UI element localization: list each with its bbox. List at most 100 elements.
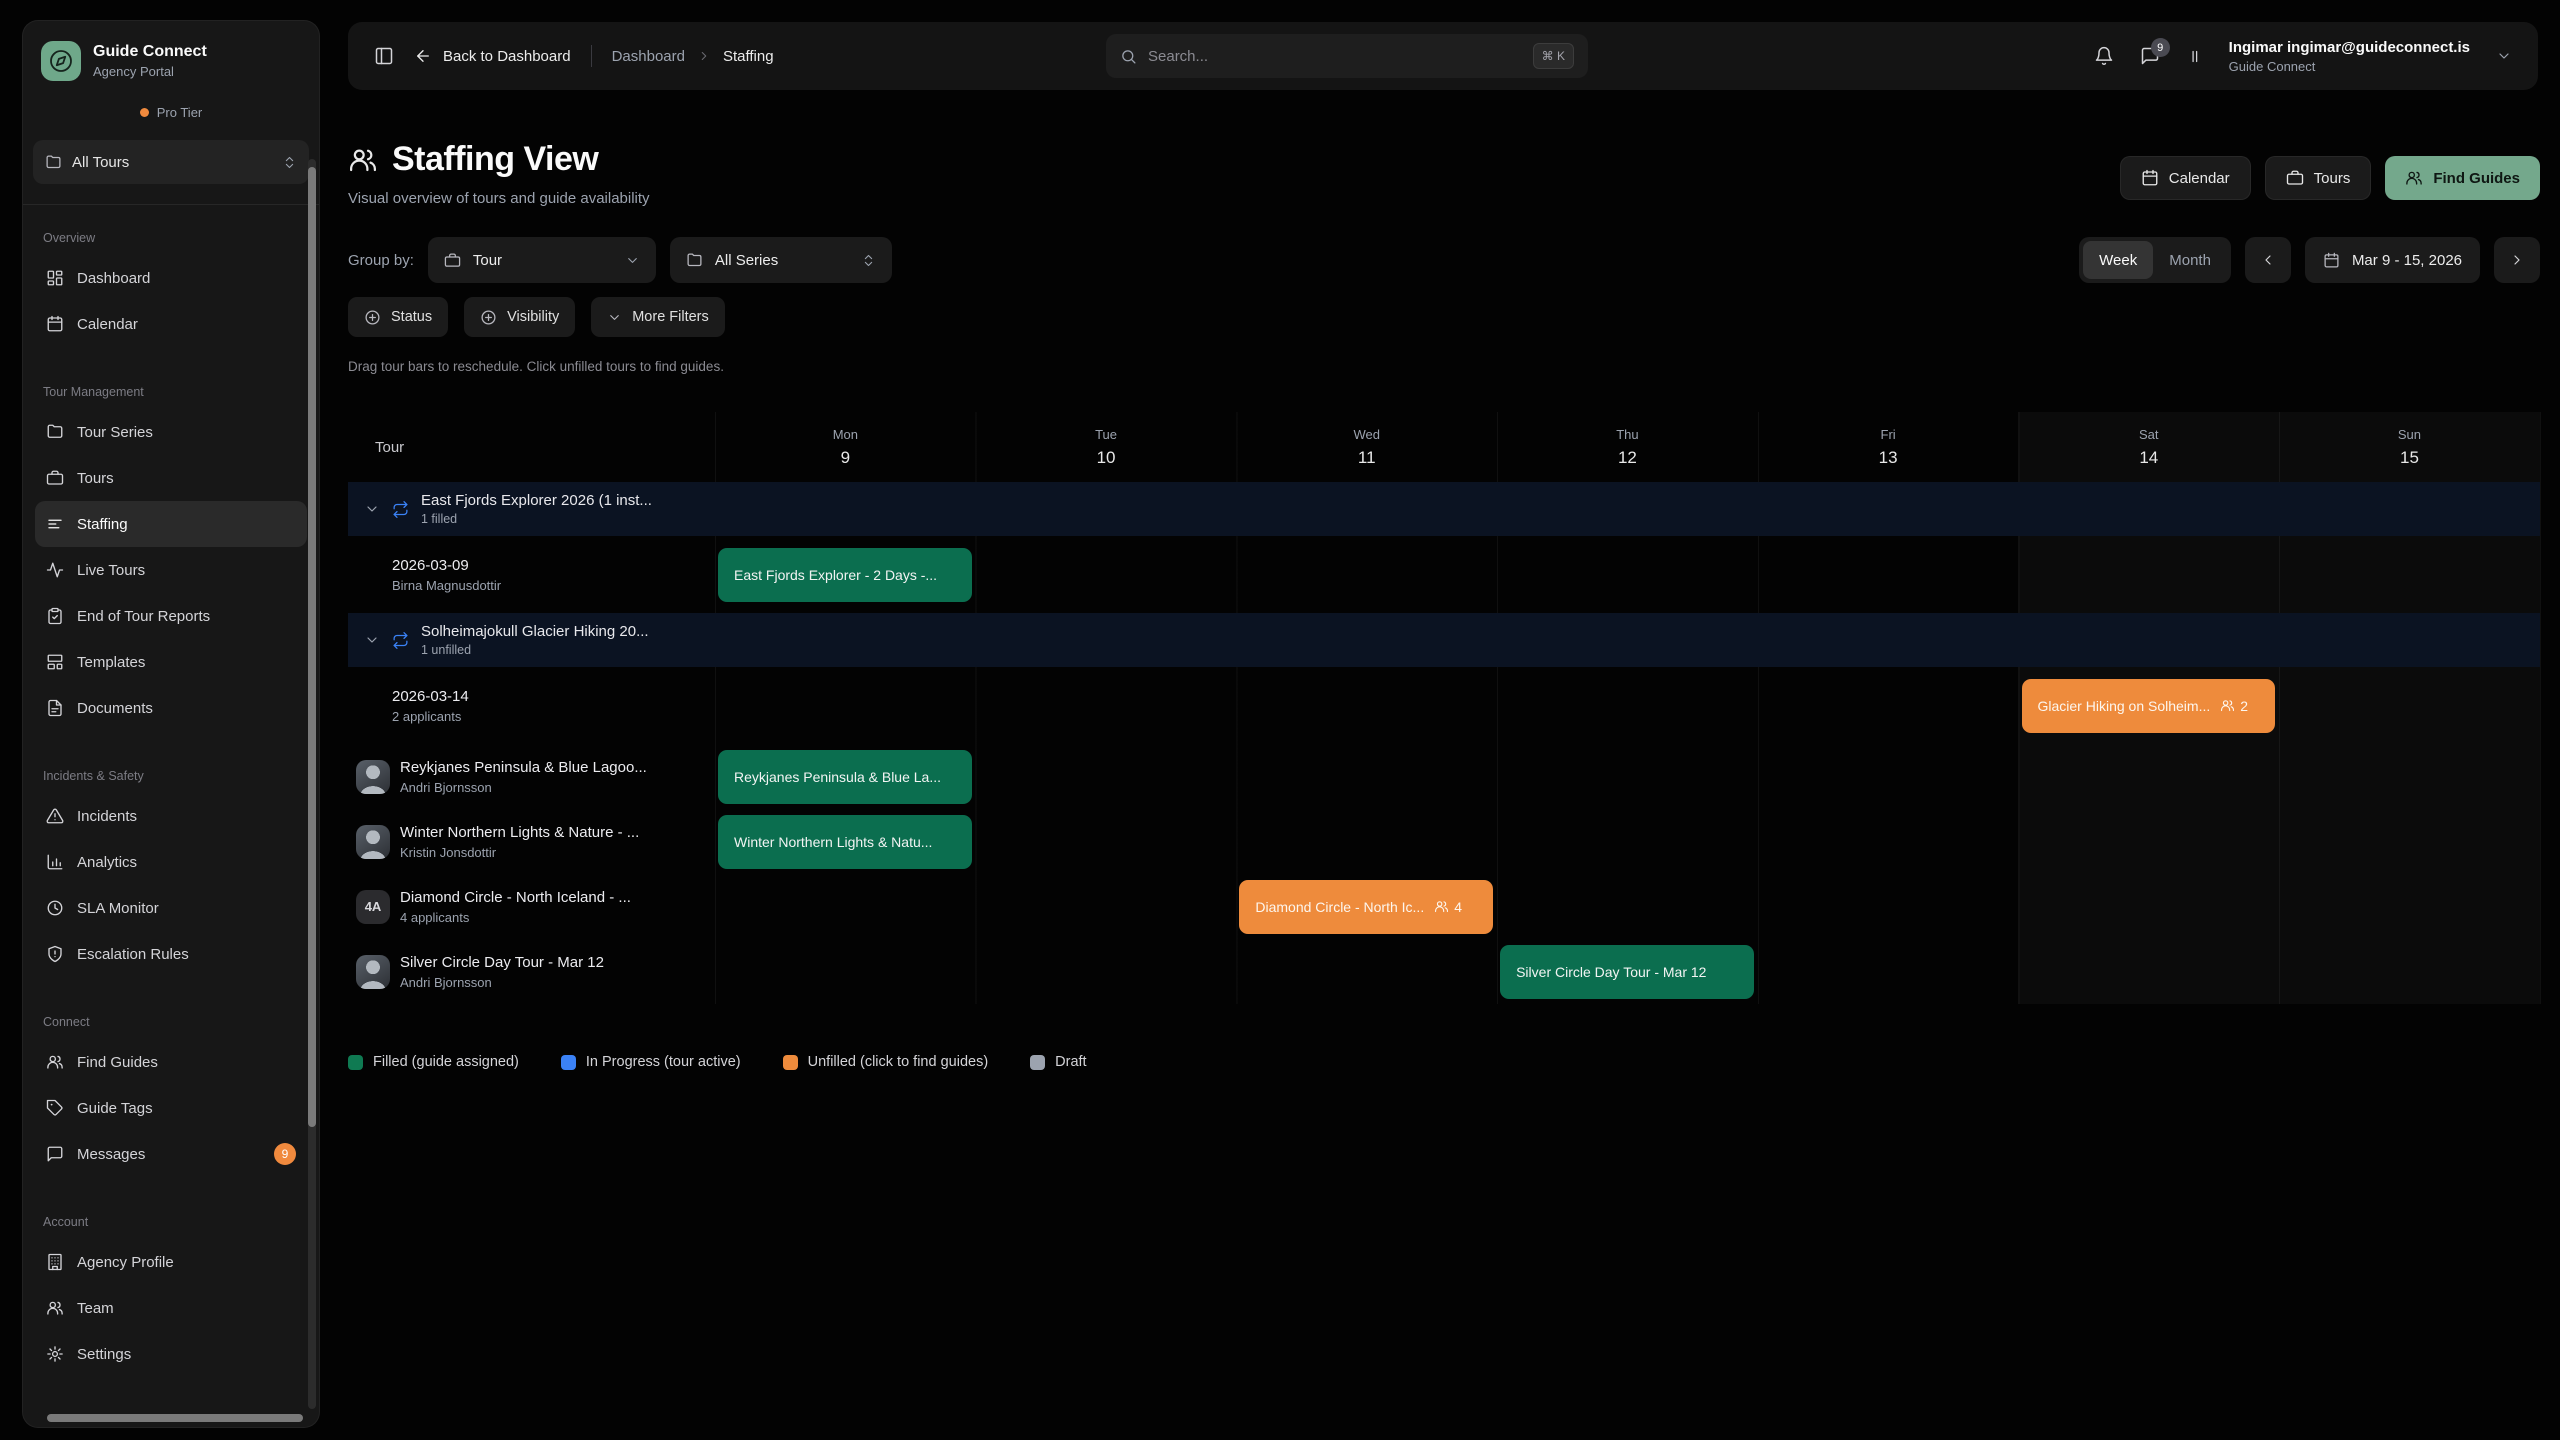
sidebar-item-team[interactable]: Team [35,1285,307,1331]
repeat-icon [392,501,409,518]
tour-row: 2026-03-142 applicantsGlacier Hiking on … [348,667,2540,744]
chevron-left-icon [2260,252,2276,268]
view-toggle-week[interactable]: Week [2083,241,2153,279]
more-filters-button[interactable]: More Filters [591,297,725,337]
tour-subtitle: Kristin Jonsdottir [400,845,639,860]
view-toggle-month[interactable]: Month [2153,241,2227,279]
tour-bar-filled[interactable]: Silver Circle Day Tour - Mar 12 [1500,945,1754,999]
view-toggle: Week Month [2079,237,2231,283]
users-icon [2405,169,2423,187]
back-to-dashboard-button[interactable]: Back to Dashboard [414,47,571,65]
visibility-filter-button[interactable]: Visibility [464,297,575,337]
legend-item-filled: Filled (guide assigned) [348,1054,519,1070]
sidebar-item-messages[interactable]: Messages9 [35,1131,307,1177]
tour-bar-unfilled[interactable]: Diamond Circle - North Ic...4 [1239,880,1493,934]
next-week-button[interactable] [2494,237,2540,283]
tour-title: Silver Circle Day Tour - Mar 12 [400,954,604,971]
day-header-fri: Fri13 [1758,412,2019,482]
sidebar-item-label: Templates [77,654,145,671]
grid-body: East Fjords Explorer 2026 (1 inst...1 fi… [348,482,2540,1004]
chevron-down-icon [364,501,380,517]
user-menu-chevron-icon[interactable] [2496,48,2512,64]
sidebar-item-calendar[interactable]: Calendar [35,301,307,347]
sidebar-item-analytics[interactable]: Analytics [35,839,307,885]
sidebar-item-documents[interactable]: Documents [35,685,307,731]
sidebar-item-label: Incidents [77,808,137,825]
tours-button[interactable]: Tours [2265,156,2372,200]
tier-label: Pro Tier [157,105,203,120]
folder-icon [686,252,703,269]
sidebar-item-live-tours[interactable]: Live Tours [35,547,307,593]
series-group-row[interactable]: East Fjords Explorer 2026 (1 inst...1 fi… [348,482,2540,536]
sidebar-item-incidents[interactable]: Incidents [35,793,307,839]
messages-button[interactable]: 9 [2140,46,2160,66]
status-filter-button[interactable]: Status [348,297,448,337]
collapse-chevron[interactable] [364,632,380,648]
calendar-icon [2323,252,2340,269]
collapse-chevron[interactable] [364,501,380,517]
main-content: Staffing View Visual overview of tours a… [348,110,2540,1070]
sidebar-item-escalation-rules[interactable]: Escalation Rules [35,931,307,977]
sidebar-item-end-of-tour-reports[interactable]: End of Tour Reports [35,593,307,639]
series-select[interactable]: All Series [670,237,892,283]
sidebar-item-staffing[interactable]: Staffing [35,501,307,547]
sidebar-item-tour-series[interactable]: Tour Series [35,409,307,455]
day-header-mon: Mon9 [715,412,976,482]
sidebar-horizontal-scrollbar[interactable] [47,1414,303,1422]
briefcase-icon [444,252,461,269]
sidebar-item-label: Guide Tags [77,1100,153,1117]
sidebar-item-sla-monitor[interactable]: SLA Monitor [35,885,307,931]
recurring-series-indicator [392,632,409,649]
user-menu[interactable]: Ingimar ingimar@guideconnect.is Guide Co… [2229,39,2470,74]
prev-week-button[interactable] [2245,237,2291,283]
notifications-bell-icon[interactable] [2094,46,2114,66]
guide-avatar [356,760,390,794]
sidebar-item-guide-tags[interactable]: Guide Tags [35,1085,307,1131]
sidebar-item-settings[interactable]: Settings [35,1331,307,1377]
tour-filter-select[interactable]: All Tours [33,140,309,184]
chevron-right-icon [2509,252,2525,268]
folder-icon [45,154,62,171]
plus-circle-icon [364,309,381,326]
tour-bar-filled[interactable]: Reykjanes Peninsula & Blue La... [718,750,972,804]
group-by-select[interactable]: Tour [428,237,656,283]
sidebar-item-label: Team [77,1300,114,1317]
tour-row: Reykjanes Peninsula & Blue Lagoo...Andri… [348,744,2540,809]
sidebar-item-tours[interactable]: Tours [35,455,307,501]
tour-title: Diamond Circle - North Iceland - ... [400,889,631,906]
app-name: Guide Connect [93,43,207,61]
arrow-left-icon [414,47,432,65]
sidebar-item-label: Staffing [77,516,128,533]
sidebar-item-dashboard[interactable]: Dashboard [35,255,307,301]
search-box[interactable]: ⌘ K [1106,34,1588,78]
tour-bar-filled[interactable]: East Fjords Explorer - 2 Days -... [718,548,972,602]
tour-bar-label: Winter Northern Lights & Natu... [734,834,932,850]
search-input[interactable] [1148,48,1522,65]
sidebar-item-label: Find Guides [77,1054,158,1071]
tour-bar-label: Silver Circle Day Tour - Mar 12 [1516,964,1706,980]
calendar-icon [46,315,64,333]
sidebar-toggle-icon[interactable] [374,46,394,66]
tour-bar-filled[interactable]: Winter Northern Lights & Natu... [718,815,972,869]
file-text-icon [46,699,64,717]
users-icon [2220,698,2235,713]
legend: Filled (guide assigned)In Progress (tour… [348,1054,2540,1070]
tour-bar-unfilled[interactable]: Glacier Hiking on Solheim...2 [2022,679,2276,733]
sidebar-item-templates[interactable]: Templates [35,639,307,685]
find-guides-button[interactable]: Find Guides [2385,156,2540,200]
series-group-row[interactable]: Solheimajokull Glacier Hiking 20...1 unf… [348,613,2540,667]
calendar-button[interactable]: Calendar [2120,156,2251,200]
sidebar-vertical-scrollbar[interactable] [308,167,316,1127]
layout-template-icon [46,653,64,671]
sidebar-item-label: Agency Profile [77,1254,174,1271]
sidebar-item-agency-profile[interactable]: Agency Profile [35,1239,307,1285]
chevron-right-icon [697,49,711,63]
series-title: Solheimajokull Glacier Hiking 20... [421,623,649,640]
tour-row: Silver Circle Day Tour - Mar 12Andri Bjo… [348,939,2540,1004]
app-subtitle: Agency Portal [93,64,207,79]
date-range-button[interactable]: Mar 9 - 15, 2026 [2305,237,2480,283]
breadcrumb-dashboard[interactable]: Dashboard [612,48,685,65]
pause-icon[interactable] [2186,48,2203,65]
sidebar-item-find-guides[interactable]: Find Guides [35,1039,307,1085]
drag-hint: Drag tour bars to reschedule. Click unfi… [348,359,2540,374]
